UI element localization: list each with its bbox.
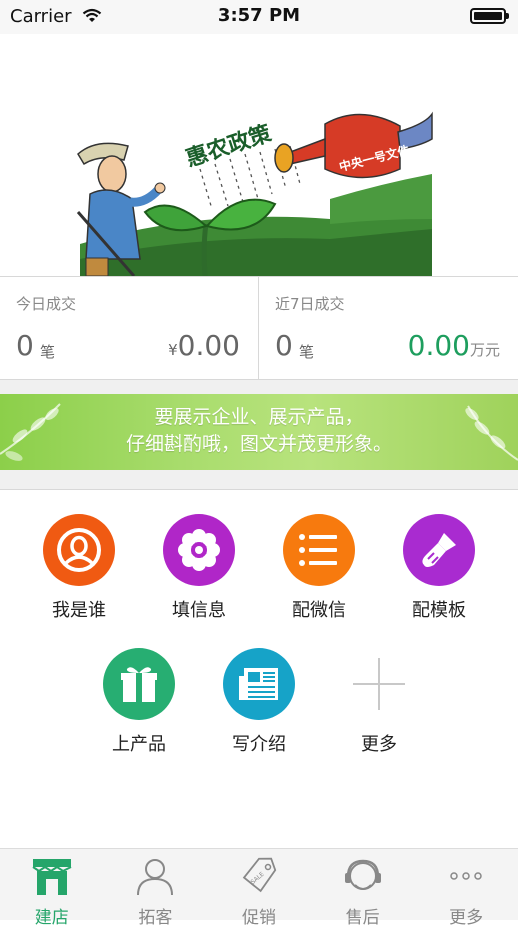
stat-week-amount: 0.00万元 — [408, 329, 500, 362]
grid-item-wechat[interactable]: 配微信 — [264, 514, 374, 622]
leaf-decoration-left — [0, 403, 61, 461]
person-icon — [134, 855, 176, 901]
stat-week-amount-unit: 万元 — [469, 341, 500, 359]
tag-icon: SALE — [238, 855, 280, 901]
grid-item-whoami[interactable]: 我是谁 — [24, 514, 134, 622]
grid-item-fill-info[interactable]: 填信息 — [144, 514, 254, 622]
stats-panel: 今日成交 0 笔 ¥0.00 近7日成交 0 笔 0.00万元 — [0, 276, 518, 381]
gift-icon — [103, 648, 175, 720]
tab-more[interactable]: 更多 — [414, 849, 518, 928]
stat-today-unit: 笔 — [40, 343, 56, 361]
grid-item-label: 配模板 — [412, 600, 466, 621]
grid-item-label: 写介绍 — [232, 734, 286, 755]
list-icon — [283, 514, 355, 586]
tab-label: 建店 — [34, 908, 69, 928]
headset-icon — [342, 855, 384, 901]
grid-item-label: 我是谁 — [52, 600, 106, 621]
stat-week[interactable]: 近7日成交 0 笔 0.00万元 — [259, 277, 518, 381]
store-icon — [31, 855, 73, 901]
newspaper-icon — [223, 648, 295, 720]
banner-illustration: 惠农政策 中央一号文件 — [0, 34, 518, 276]
battery-icon — [470, 8, 509, 24]
grid-item-label: 配微信 — [292, 600, 346, 621]
leaf-decoration-right — [465, 405, 518, 461]
tab-promotion[interactable]: SALE 促销 — [207, 849, 311, 928]
tab-label: 更多 — [449, 908, 484, 928]
grid-item-label: 填信息 — [172, 600, 226, 621]
brush-icon — [403, 514, 475, 586]
stat-today-amount: ¥0.00 — [168, 329, 240, 362]
grid-item-more[interactable]: 更多 — [324, 648, 434, 756]
grid-item-write-intro[interactable]: 写介绍 — [204, 648, 314, 756]
grid-item-add-product[interactable]: 上产品 — [84, 648, 194, 756]
svg-text:SALE: SALE — [249, 871, 265, 886]
tab-after-sales[interactable]: 售后 — [311, 849, 415, 928]
tab-bar: 建店 拓客 SALE 促销 售后 更多 — [0, 848, 518, 928]
stat-week-count: 0 — [275, 329, 293, 362]
grid-item-label: 上产品 — [112, 734, 166, 755]
currency-symbol: ¥ — [168, 341, 178, 359]
section-divider — [0, 470, 518, 490]
user-icon — [43, 514, 115, 586]
stat-today-title: 今日成交 — [16, 295, 77, 313]
stat-today-count: 0 — [16, 329, 34, 362]
promo-banner[interactable]: 要展示企业、展示产品， 仔细斟酌哦，图文并茂更形象。 — [0, 394, 518, 470]
tab-label: 促销 — [241, 908, 276, 928]
tab-label: 拓客 — [138, 908, 173, 928]
grid-item-template[interactable]: 配模板 — [384, 514, 494, 622]
tab-customers[interactable]: 拓客 — [104, 849, 208, 928]
grid-item-label: 更多 — [361, 734, 397, 755]
status-bar: Carrier 3:57 PM — [0, 0, 518, 34]
section-divider — [0, 380, 518, 394]
stat-today-amount-value: 0.00 — [177, 329, 240, 362]
clock: 3:57 PM — [217, 5, 301, 26]
stat-week-unit: 笔 — [299, 343, 315, 361]
flower-icon — [163, 514, 235, 586]
stat-today[interactable]: 今日成交 0 笔 ¥0.00 — [0, 277, 259, 381]
stat-week-amount-value: 0.00 — [407, 329, 470, 362]
more-icon — [445, 855, 487, 901]
tab-label: 售后 — [345, 908, 380, 928]
plus-icon — [343, 648, 415, 720]
stat-week-title: 近7日成交 — [275, 295, 345, 313]
banner-carousel[interactable]: 惠农政策 中央一号文件 — [0, 34, 518, 276]
tab-build-store[interactable]: 建店 — [0, 849, 104, 928]
